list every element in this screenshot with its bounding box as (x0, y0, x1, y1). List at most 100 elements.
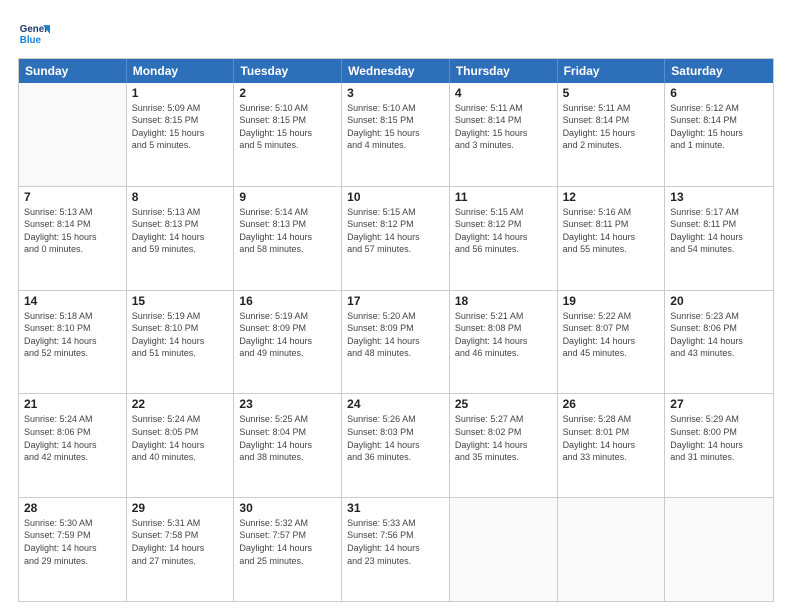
daylight-text: Daylight: 14 hoursand 49 minutes. (239, 335, 336, 359)
day-number: 25 (455, 397, 552, 411)
calendar-cell: 29Sunrise: 5:31 AMSunset: 7:58 PMDayligh… (127, 498, 235, 601)
calendar-cell: 6 Sunrise: 5:12 AMSunset: 8:14 PMDaylight… (665, 83, 773, 186)
daylight-text: Daylight: 14 hoursand 25 minutes. (239, 542, 336, 566)
day-number: 17 (347, 294, 444, 308)
sunset-text: Sunset: 8:07 PM (563, 322, 660, 334)
calendar-cell: 17Sunrise: 5:20 AMSunset: 8:09 PMDayligh… (342, 291, 450, 394)
sunset-text: Sunset: 8:11 PM (563, 218, 660, 230)
calendar-row-4: 28Sunrise: 5:30 AMSunset: 7:59 PMDayligh… (19, 497, 773, 601)
sunrise-text: Sunrise: 5:10 AM (239, 102, 336, 114)
daylight-text: Daylight: 14 hoursand 48 minutes. (347, 335, 444, 359)
sunrise-text: Sunrise: 5:23 AM (670, 310, 768, 322)
calendar-cell: 26Sunrise: 5:28 AMSunset: 8:01 PMDayligh… (558, 394, 666, 497)
day-number: 2 (239, 86, 336, 100)
calendar-cell: 20Sunrise: 5:23 AMSunset: 8:06 PMDayligh… (665, 291, 773, 394)
sunrise-text: Sunrise: 5:28 AM (563, 413, 660, 425)
sunset-text: Sunset: 8:11 PM (670, 218, 768, 230)
calendar-cell: 2Sunrise: 5:10 AMSunset: 8:15 PMDaylight… (234, 83, 342, 186)
calendar-cell (558, 498, 666, 601)
calendar-cell: 12Sunrise: 5:16 AMSunset: 8:11 PMDayligh… (558, 187, 666, 290)
daylight-text: Daylight: 14 hoursand 56 minutes. (455, 231, 552, 255)
day-number: 6 (670, 86, 768, 100)
sunrise-text: Sunrise: 5:12 AM (670, 102, 768, 114)
svg-text:Blue: Blue (20, 35, 42, 46)
sunset-text: Sunset: 8:03 PM (347, 426, 444, 438)
day-number: 7 (24, 190, 121, 204)
sunrise-text: Sunrise: 5:33 AM (347, 517, 444, 529)
sunset-text: Sunset: 8:12 PM (455, 218, 552, 230)
sunset-text: Sunset: 8:06 PM (670, 322, 768, 334)
day-number: 31 (347, 501, 444, 515)
day-number: 10 (347, 190, 444, 204)
calendar-cell: 18Sunrise: 5:21 AMSunset: 8:08 PMDayligh… (450, 291, 558, 394)
sunrise-text: Sunrise: 5:15 AM (347, 206, 444, 218)
day-number: 30 (239, 501, 336, 515)
logo-icon: General Blue (18, 18, 50, 50)
sunset-text: Sunset: 8:10 PM (132, 322, 229, 334)
calendar-cell: 21Sunrise: 5:24 AMSunset: 8:06 PMDayligh… (19, 394, 127, 497)
sunrise-text: Sunrise: 5:11 AM (455, 102, 552, 114)
daylight-text: Daylight: 14 hoursand 52 minutes. (24, 335, 121, 359)
daylight-text: Daylight: 15 hoursand 3 minutes. (455, 127, 552, 151)
day-number: 15 (132, 294, 229, 308)
daylight-text: Daylight: 14 hoursand 35 minutes. (455, 439, 552, 463)
sunrise-text: Sunrise: 5:10 AM (347, 102, 444, 114)
sunset-text: Sunset: 8:12 PM (347, 218, 444, 230)
day-number: 18 (455, 294, 552, 308)
daylight-text: Daylight: 14 hoursand 42 minutes. (24, 439, 121, 463)
sunset-text: Sunset: 7:59 PM (24, 529, 121, 541)
sunrise-text: Sunrise: 5:24 AM (24, 413, 121, 425)
sunrise-text: Sunrise: 5:13 AM (132, 206, 229, 218)
sunset-text: Sunset: 8:09 PM (239, 322, 336, 334)
calendar-cell: 10Sunrise: 5:15 AMSunset: 8:12 PMDayligh… (342, 187, 450, 290)
calendar-cell: 11Sunrise: 5:15 AMSunset: 8:12 PMDayligh… (450, 187, 558, 290)
header-cell-thursday: Thursday (450, 59, 558, 83)
calendar-body: 1Sunrise: 5:09 AMSunset: 8:15 PMDaylight… (19, 83, 773, 601)
sunset-text: Sunset: 8:15 PM (239, 114, 336, 126)
logo: General Blue (18, 18, 54, 50)
day-number: 3 (347, 86, 444, 100)
daylight-text: Daylight: 14 hoursand 51 minutes. (132, 335, 229, 359)
sunrise-text: Sunrise: 5:22 AM (563, 310, 660, 322)
daylight-text: Daylight: 15 hoursand 1 minute. (670, 127, 768, 151)
calendar-cell: 3Sunrise: 5:10 AMSunset: 8:15 PMDaylight… (342, 83, 450, 186)
sunset-text: Sunset: 8:15 PM (132, 114, 229, 126)
sunset-text: Sunset: 8:00 PM (670, 426, 768, 438)
day-number: 24 (347, 397, 444, 411)
day-number: 5 (563, 86, 660, 100)
sunrise-text: Sunrise: 5:26 AM (347, 413, 444, 425)
sunset-text: Sunset: 8:04 PM (239, 426, 336, 438)
sunset-text: Sunset: 8:14 PM (455, 114, 552, 126)
sunset-text: Sunset: 8:14 PM (670, 114, 768, 126)
sunrise-text: Sunrise: 5:19 AM (132, 310, 229, 322)
calendar-cell: 1Sunrise: 5:09 AMSunset: 8:15 PMDaylight… (127, 83, 235, 186)
daylight-text: Daylight: 14 hoursand 31 minutes. (670, 439, 768, 463)
daylight-text: Daylight: 14 hoursand 36 minutes. (347, 439, 444, 463)
sunrise-text: Sunrise: 5:24 AM (132, 413, 229, 425)
daylight-text: Daylight: 15 hoursand 0 minutes. (24, 231, 121, 255)
calendar-cell: 22Sunrise: 5:24 AMSunset: 8:05 PMDayligh… (127, 394, 235, 497)
day-number: 11 (455, 190, 552, 204)
daylight-text: Daylight: 14 hoursand 59 minutes. (132, 231, 229, 255)
sunrise-text: Sunrise: 5:14 AM (239, 206, 336, 218)
sunset-text: Sunset: 7:58 PM (132, 529, 229, 541)
calendar-cell: 13Sunrise: 5:17 AMSunset: 8:11 PMDayligh… (665, 187, 773, 290)
sunset-text: Sunset: 8:06 PM (24, 426, 121, 438)
daylight-text: Daylight: 15 hoursand 2 minutes. (563, 127, 660, 151)
day-number: 22 (132, 397, 229, 411)
sunrise-text: Sunrise: 5:16 AM (563, 206, 660, 218)
sunset-text: Sunset: 7:57 PM (239, 529, 336, 541)
calendar-cell: 27Sunrise: 5:29 AMSunset: 8:00 PMDayligh… (665, 394, 773, 497)
calendar-row-3: 21Sunrise: 5:24 AMSunset: 8:06 PMDayligh… (19, 393, 773, 497)
day-number: 16 (239, 294, 336, 308)
sunset-text: Sunset: 8:08 PM (455, 322, 552, 334)
calendar-cell: 9Sunrise: 5:14 AMSunset: 8:13 PMDaylight… (234, 187, 342, 290)
daylight-text: Daylight: 14 hoursand 29 minutes. (24, 542, 121, 566)
calendar-cell: 14Sunrise: 5:18 AMSunset: 8:10 PMDayligh… (19, 291, 127, 394)
day-number: 1 (132, 86, 229, 100)
sunrise-text: Sunrise: 5:17 AM (670, 206, 768, 218)
sunset-text: Sunset: 8:14 PM (24, 218, 121, 230)
sunset-text: Sunset: 7:56 PM (347, 529, 444, 541)
daylight-text: Daylight: 14 hoursand 54 minutes. (670, 231, 768, 255)
day-number: 28 (24, 501, 121, 515)
